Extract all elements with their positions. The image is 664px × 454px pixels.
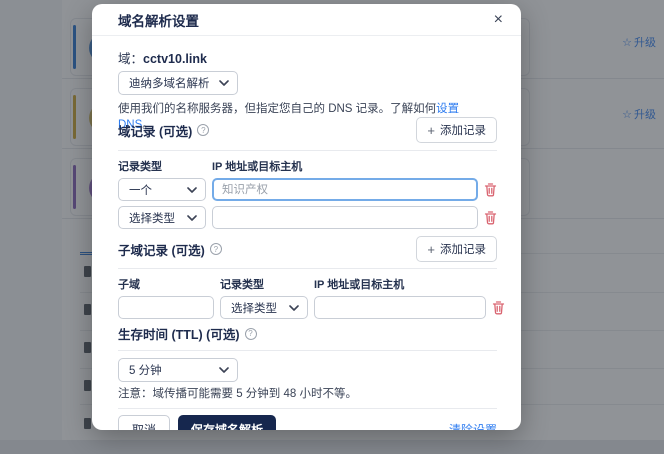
add-record-label: 添加记录	[440, 241, 486, 257]
section-title-text: 子域记录 (可选)	[118, 240, 205, 259]
dns-settings-modal: 域名解析设置 × 域：cctv10.link 迪纳多域名解析 使用我们的名称服务…	[92, 4, 521, 430]
record-type-value: 选择类型	[231, 300, 277, 316]
col-subdomain: 子域	[118, 276, 214, 292]
modal-footer: 取消 保存域名解析 清除设置	[118, 415, 497, 430]
trash-icon[interactable]	[484, 182, 497, 197]
plus-icon: +	[427, 243, 435, 256]
chevron-down-icon	[187, 187, 197, 193]
help-icon[interactable]: ?	[197, 124, 209, 136]
section-title-text: 域记录 (可选)	[118, 121, 192, 140]
col-record-type: 记录类型	[118, 158, 206, 174]
domain-records-title: 域记录 (可选) ?	[118, 121, 209, 140]
propagation-note: 注意：域传播可能需要 5 分钟到 48 小时不等。	[118, 385, 497, 401]
add-record-label: 添加记录	[440, 122, 486, 138]
col-ip-host: IP 地址或目标主机	[212, 158, 497, 174]
add-subdomain-record-button[interactable]: + 添加记录	[416, 236, 497, 262]
plus-icon: +	[427, 124, 435, 137]
chevron-down-icon	[187, 215, 197, 221]
save-dns-button[interactable]: 保存域名解析	[178, 415, 276, 430]
domain-label: 域：	[118, 52, 143, 66]
help-icon[interactable]: ?	[245, 328, 257, 340]
ip-host-input[interactable]	[314, 296, 486, 319]
domain-record-row: 一个	[118, 178, 497, 201]
record-type-select[interactable]: 一个	[118, 178, 206, 201]
description-prefix: 使用我们的名称服务器，但指定您自己的 DNS 记录。了解如何	[118, 103, 436, 115]
domain-records-columns: 记录类型 IP 地址或目标主机	[118, 158, 497, 174]
trash-icon[interactable]	[484, 210, 497, 225]
record-type-select[interactable]: 选择类型	[220, 296, 308, 319]
ip-host-input[interactable]	[212, 206, 478, 229]
trash-icon[interactable]	[492, 300, 505, 315]
description-text: 使用我们的名称服务器，但指定您自己的 DNS 记录。了解如何设置 DNS。	[118, 100, 497, 115]
add-domain-record-button[interactable]: + 添加记录	[416, 117, 497, 143]
ttl-title: 生存时间 (TTL) (可选) ?	[118, 324, 257, 343]
chevron-down-icon	[219, 367, 229, 373]
chevron-down-icon	[219, 80, 229, 86]
domain-value: cctv10.link	[143, 52, 207, 66]
domain-line: 域：cctv10.link	[118, 48, 497, 67]
record-type-value: 一个	[129, 182, 152, 198]
subdomain-record-row: 选择类型	[118, 296, 497, 319]
help-icon[interactable]: ?	[210, 243, 222, 255]
divider	[118, 350, 497, 351]
subdomain-records-columns: 子域 记录类型 IP 地址或目标主机	[118, 276, 497, 292]
divider	[118, 408, 497, 409]
ttl-select-value: 5 分钟	[129, 362, 162, 378]
record-type-select[interactable]: 选择类型	[118, 206, 206, 229]
resolver-select-value: 迪纳多域名解析	[129, 75, 210, 91]
modal-header: 域名解析设置 ×	[92, 4, 521, 36]
ip-host-input[interactable]	[212, 178, 478, 201]
col-ip-host: IP 地址或目标主机	[314, 276, 497, 292]
ttl-select[interactable]: 5 分钟	[118, 358, 238, 382]
section-title-text: 生存时间 (TTL) (可选)	[118, 324, 240, 343]
domain-records-header: 域记录 (可选) ? + 添加记录	[118, 117, 497, 143]
subdomain-records-header: 子域记录 (可选) ? + 添加记录	[118, 236, 497, 262]
subdomain-records-title: 子域记录 (可选) ?	[118, 240, 222, 259]
chevron-down-icon	[289, 305, 299, 311]
record-type-value: 选择类型	[129, 210, 175, 226]
cancel-button[interactable]: 取消	[118, 415, 170, 430]
domain-record-row: 选择类型	[118, 206, 497, 229]
divider	[118, 150, 497, 151]
col-record-type: 记录类型	[220, 276, 308, 292]
close-icon[interactable]: ×	[494, 12, 503, 28]
resolver-select[interactable]: 迪纳多域名解析	[118, 71, 238, 95]
ttl-header: 生存时间 (TTL) (可选) ?	[118, 324, 497, 343]
modal-title: 域名解析设置	[118, 10, 199, 30]
clear-settings-link[interactable]: 清除设置	[449, 421, 497, 431]
subdomain-input[interactable]	[118, 296, 214, 319]
divider	[118, 268, 497, 269]
modal-body: 域：cctv10.link 迪纳多域名解析 使用我们的名称服务器，但指定您自己的…	[92, 36, 521, 430]
